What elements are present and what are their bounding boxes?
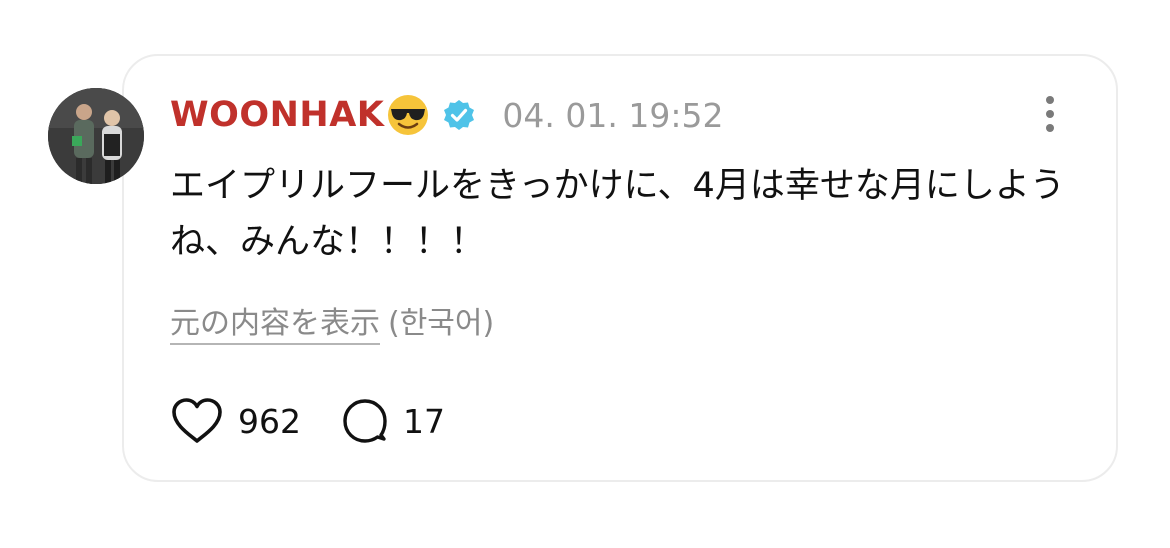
reply-count: 17 xyxy=(403,401,445,441)
more-vertical-icon xyxy=(1046,96,1054,132)
heart-icon xyxy=(172,398,222,443)
translation-row: 元の内容を表示 (한국어) xyxy=(170,298,495,345)
post-actions: 962 17 xyxy=(170,394,485,448)
username[interactable]: WOONHAK xyxy=(170,95,384,135)
original-language-label: (한국어) xyxy=(388,306,495,341)
timestamp: 04. 01. 19:52 xyxy=(502,95,724,135)
sunglasses-emoji-icon xyxy=(386,93,430,137)
post-header: WOONHAK 04. 01. 19:52 xyxy=(170,90,723,140)
more-options-button[interactable] xyxy=(1036,94,1064,134)
show-original-link[interactable]: 元の内容を表示 xyxy=(170,306,380,345)
like-button[interactable]: 962 xyxy=(170,397,301,445)
verified-badge-icon xyxy=(442,98,476,132)
post-text: エイプリルフールをきっかけに、4月は幸せな月にしようね、みんな！！！！ xyxy=(170,166,1065,262)
like-count: 962 xyxy=(238,401,301,441)
speech-bubble-icon xyxy=(343,399,387,443)
avatar[interactable] xyxy=(48,88,144,184)
reply-button[interactable]: 17 xyxy=(341,397,445,445)
